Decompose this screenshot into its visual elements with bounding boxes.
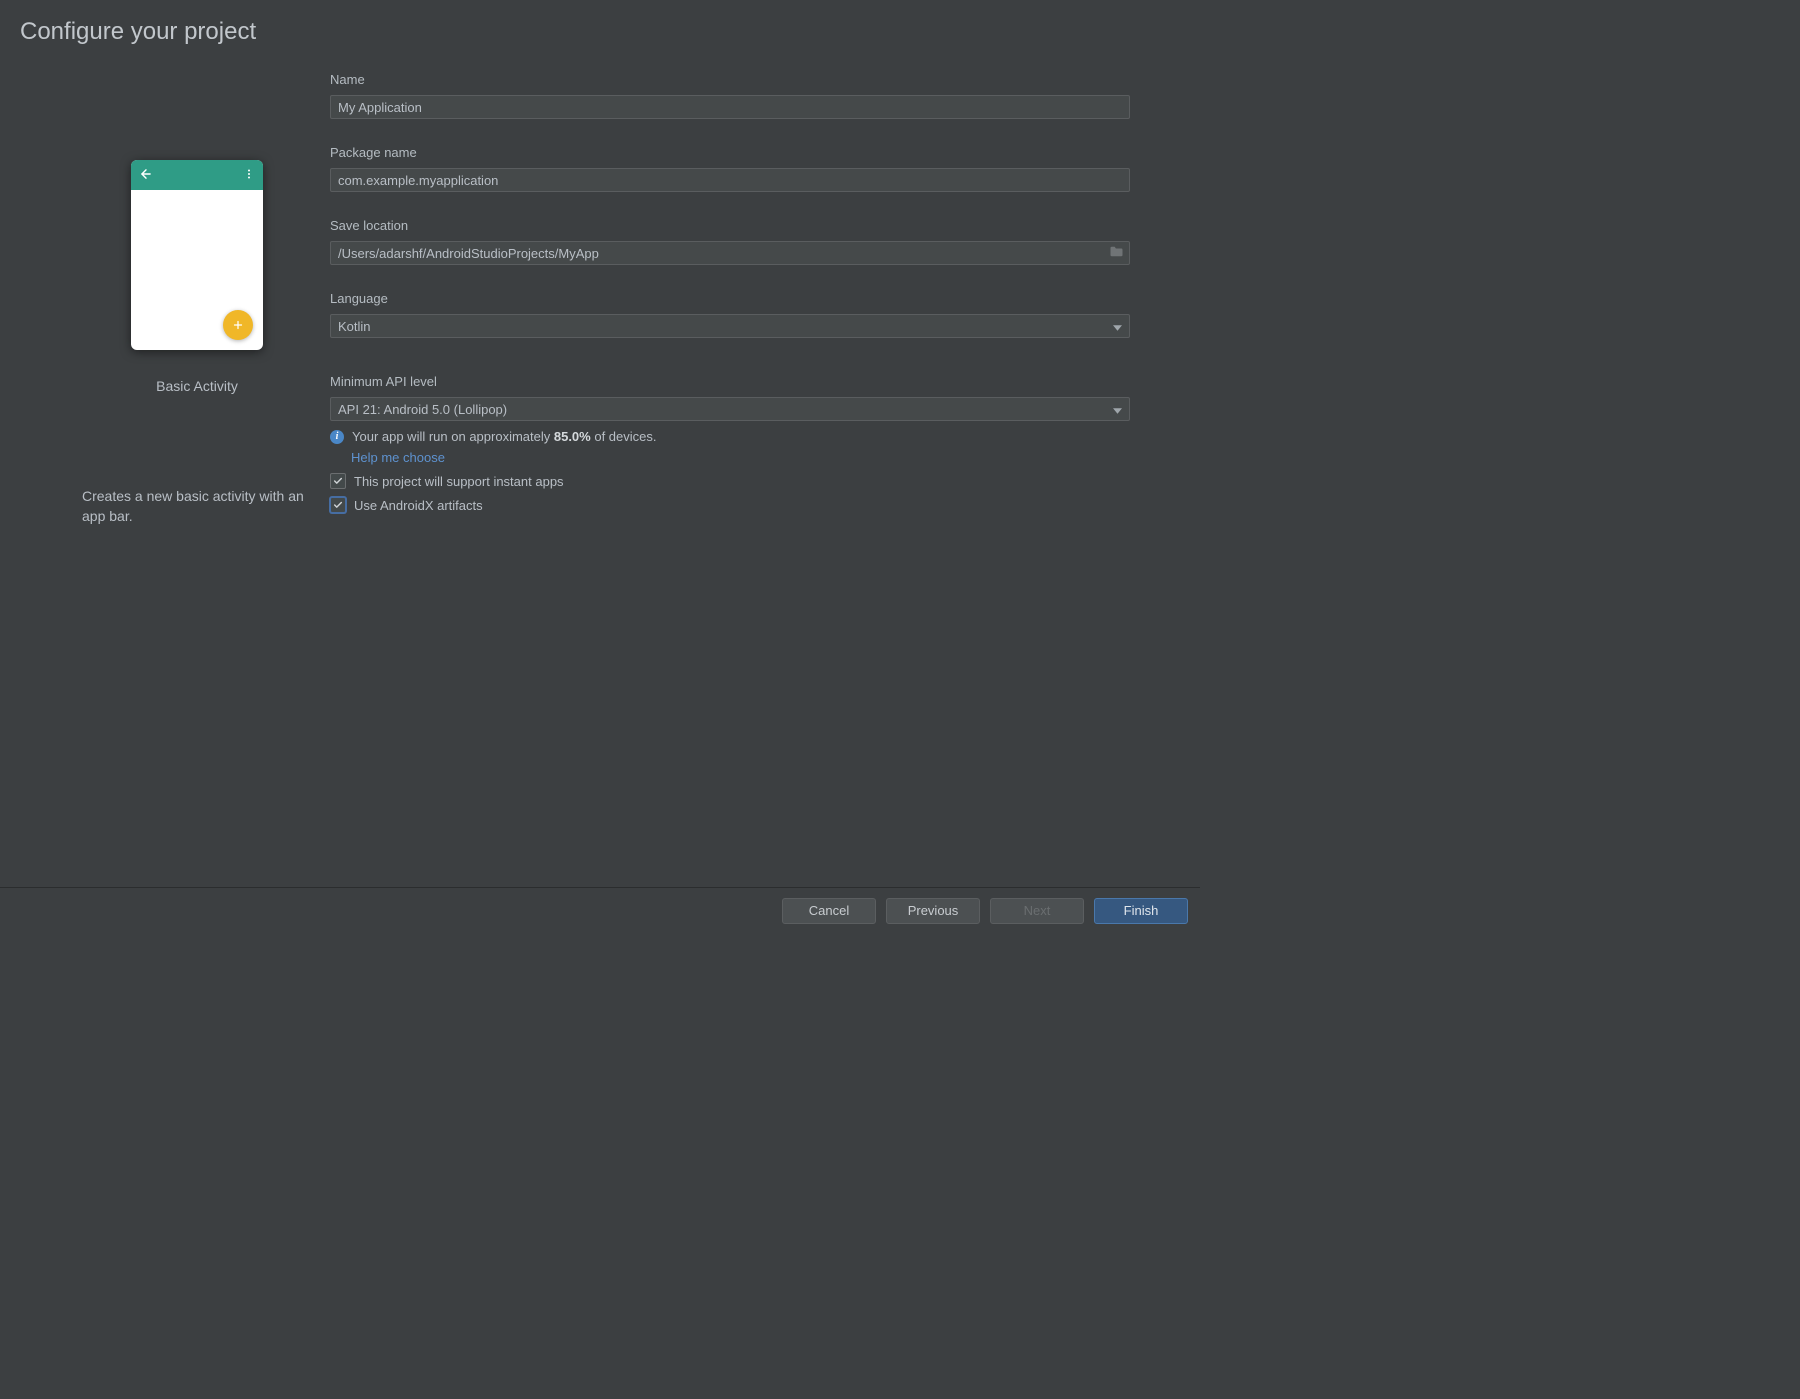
package-name-input[interactable] xyxy=(330,168,1130,192)
previous-button[interactable]: Previous xyxy=(886,898,980,924)
min-api-label: Minimum API level xyxy=(330,374,1130,389)
template-thumbnail xyxy=(131,160,263,350)
more-vert-icon xyxy=(243,168,255,183)
chevron-down-icon xyxy=(1113,402,1122,417)
min-api-select-value: API 21: Android 5.0 (Lollipop) xyxy=(338,402,507,417)
instant-apps-row: This project will support instant apps xyxy=(330,473,1130,489)
template-caption: Basic Activity xyxy=(82,378,312,394)
save-location-label: Save location xyxy=(330,218,1130,233)
package-name-label: Package name xyxy=(330,145,1130,160)
info-icon: i xyxy=(330,430,344,444)
save-location-input[interactable] xyxy=(330,241,1130,265)
chevron-down-icon xyxy=(1113,319,1122,334)
androidx-row: Use AndroidX artifacts xyxy=(330,497,1130,513)
language-select-value: Kotlin xyxy=(338,319,371,334)
device-coverage-text: Your app will run on approximately 85.0%… xyxy=(352,429,657,444)
name-label: Name xyxy=(330,72,1130,87)
save-location-field-group: Save location xyxy=(330,218,1130,265)
min-api-select[interactable]: API 21: Android 5.0 (Lollipop) xyxy=(330,397,1130,421)
folder-browse-icon[interactable] xyxy=(1109,246,1124,261)
arrow-left-icon xyxy=(139,167,153,184)
androidx-label: Use AndroidX artifacts xyxy=(354,498,483,513)
fab-plus-icon xyxy=(223,310,253,340)
help-me-choose-link[interactable]: Help me choose xyxy=(351,450,445,465)
button-bar: Cancel Previous Next Finish xyxy=(0,887,1200,933)
name-field-group: Name xyxy=(330,72,1130,119)
name-input[interactable] xyxy=(330,95,1130,119)
template-preview-panel: Basic Activity Creates a new basic activ… xyxy=(82,160,312,527)
device-coverage-info: i Your app will run on approximately 85.… xyxy=(330,429,1130,444)
language-field-group: Language Kotlin xyxy=(330,291,1130,338)
language-label: Language xyxy=(330,291,1130,306)
template-description: Creates a new basic activity with an app… xyxy=(82,486,312,527)
form-panel: Name Package name Save location Language… xyxy=(330,72,1130,517)
language-select[interactable]: Kotlin xyxy=(330,314,1130,338)
finish-button[interactable]: Finish xyxy=(1094,898,1188,924)
configure-project-window: Configure your project Basic Activity Cr… xyxy=(0,0,1200,933)
androidx-checkbox[interactable] xyxy=(330,497,346,513)
next-button: Next xyxy=(990,898,1084,924)
cancel-button[interactable]: Cancel xyxy=(782,898,876,924)
page-title: Configure your project xyxy=(20,18,256,46)
instant-apps-checkbox[interactable] xyxy=(330,473,346,489)
package-name-field-group: Package name xyxy=(330,145,1130,192)
instant-apps-label: This project will support instant apps xyxy=(354,474,564,489)
thumbnail-appbar xyxy=(131,160,263,190)
min-api-field-group: Minimum API level API 21: Android 5.0 (L… xyxy=(330,374,1130,513)
